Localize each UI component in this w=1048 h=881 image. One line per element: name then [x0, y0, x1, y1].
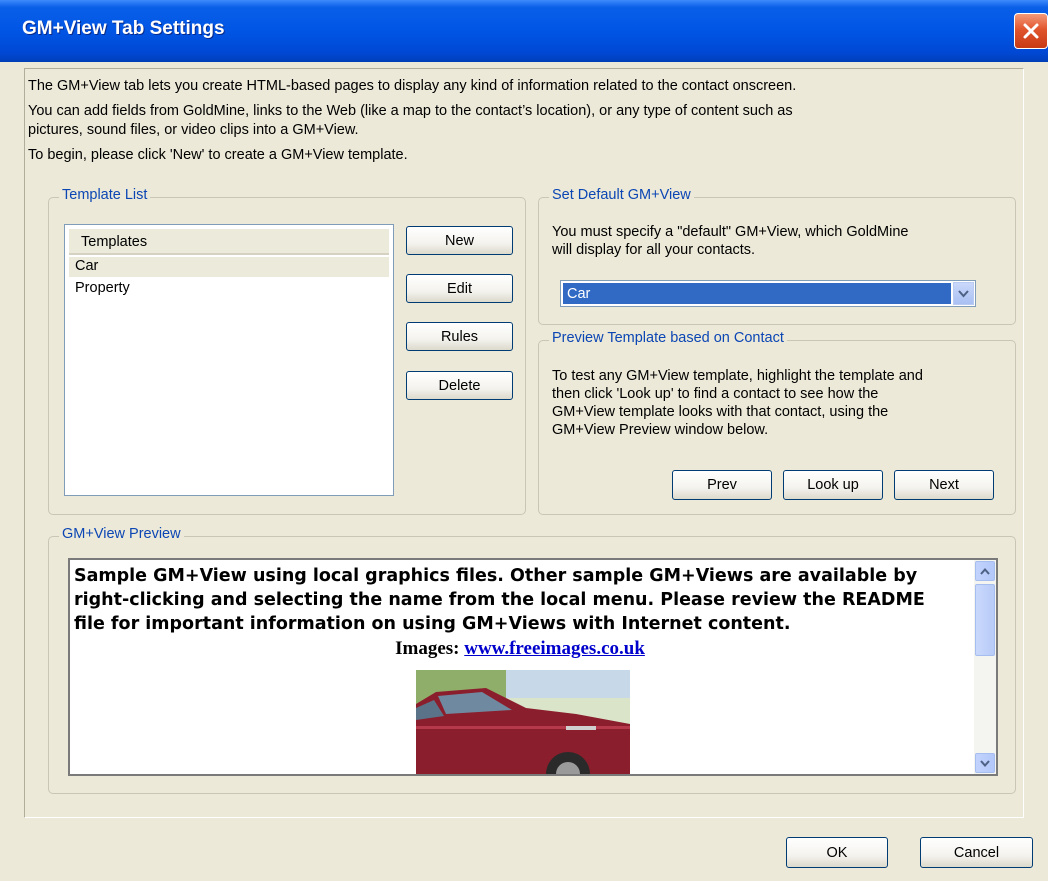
- chevron-up-icon: [980, 567, 990, 575]
- close-button[interactable]: [1014, 13, 1048, 49]
- scroll-down-button[interactable]: [975, 753, 995, 773]
- dropdown-button[interactable]: [953, 282, 974, 305]
- car-image: [416, 670, 630, 774]
- scroll-up-button[interactable]: [975, 561, 995, 581]
- default-view-select[interactable]: Car: [560, 280, 976, 307]
- preview-text-line-3: file for important information on using …: [74, 614, 791, 634]
- images-label: Images:: [395, 638, 460, 659]
- preview-desc-2: then click 'Look up' to find a contact t…: [552, 386, 879, 402]
- intro-line-3: To begin, please click 'New' to create a…: [28, 147, 408, 163]
- preview-text-line-1: Sample GM+View using local graphics file…: [74, 566, 918, 586]
- preview-desc-1: To test any GM+View template, highlight …: [552, 368, 923, 384]
- title-bar[interactable]: GM+View Tab Settings: [0, 0, 1048, 62]
- edit-button[interactable]: Edit: [406, 274, 513, 303]
- gm-view-preview-pane[interactable]: Sample GM+View using local graphics file…: [68, 558, 998, 776]
- scroll-thumb[interactable]: [975, 584, 995, 656]
- rules-button[interactable]: Rules: [406, 322, 513, 351]
- dialog-window: GM+View Tab Settings The GM+View tab let…: [0, 0, 1048, 881]
- gm-view-preview-legend: GM+View Preview: [59, 526, 184, 542]
- default-view-value: Car: [563, 283, 951, 304]
- selected-row-highlight: [69, 257, 389, 277]
- chevron-down-icon: [980, 759, 990, 767]
- cancel-button[interactable]: Cancel: [920, 837, 1033, 868]
- set-default-legend: Set Default GM+View: [549, 187, 694, 203]
- window-title: GM+View Tab Settings: [22, 18, 225, 39]
- preview-images-credit: Images: www.freeimages.co.uk: [70, 638, 970, 660]
- preview-template-legend: Preview Template based on Contact: [549, 330, 787, 346]
- intro-line-2a: You can add fields from GoldMine, links …: [28, 103, 793, 119]
- intro-line-2b: pictures, sound files, or video clips in…: [28, 122, 359, 138]
- preview-scrollbar[interactable]: [974, 560, 996, 774]
- next-button[interactable]: Next: [894, 470, 994, 500]
- preview-text-line-2: right-clicking and selecting the name fr…: [74, 590, 925, 610]
- preview-body-text: Sample GM+View using local graphics file…: [74, 564, 970, 636]
- preview-desc-3: GM+View template looks with that contact…: [552, 404, 889, 420]
- preview-desc-4: GM+View Preview window below.: [552, 422, 769, 438]
- list-item-car[interactable]: Car: [75, 258, 98, 274]
- ok-button[interactable]: OK: [786, 837, 888, 868]
- set-default-desc-1: You must specify a "default" GM+View, wh…: [552, 224, 909, 240]
- templates-listbox[interactable]: Templates Car Property: [64, 224, 394, 496]
- prev-button[interactable]: Prev: [672, 470, 772, 500]
- close-icon: [1023, 23, 1039, 39]
- lookup-button[interactable]: Look up: [783, 470, 883, 500]
- freeimages-link[interactable]: www.freeimages.co.uk: [464, 638, 645, 659]
- set-default-desc-2: will display for all your contacts.: [552, 242, 756, 258]
- template-list-legend: Template List: [59, 187, 151, 203]
- intro-line-1: The GM+View tab lets you create HTML-bas…: [28, 78, 797, 94]
- templates-column-header[interactable]: Templates: [69, 229, 389, 255]
- list-item-property[interactable]: Property: [75, 280, 130, 296]
- new-button[interactable]: New: [406, 226, 513, 255]
- delete-button[interactable]: Delete: [406, 371, 513, 400]
- chevron-down-icon: [958, 289, 969, 297]
